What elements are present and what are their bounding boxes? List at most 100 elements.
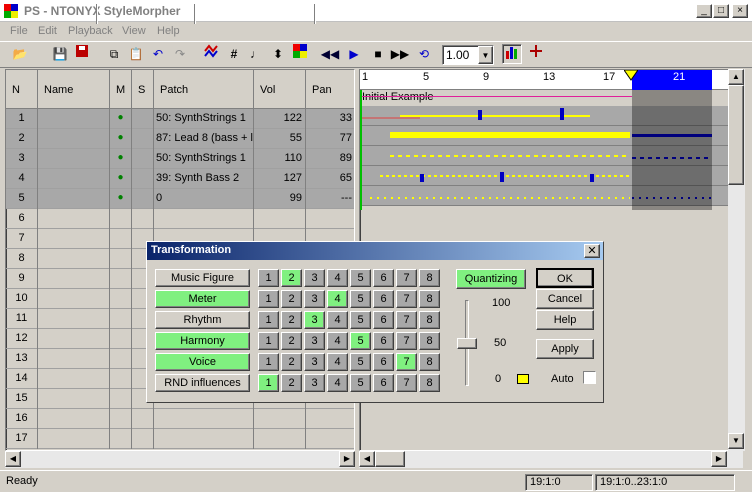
cell-vol[interactable] [254,429,306,449]
cell-pan[interactable] [306,409,354,429]
cell-m[interactable] [110,289,132,309]
cell-m[interactable]: ● [110,149,132,169]
auto-checkbox[interactable] [583,371,596,384]
cancel-button[interactable]: Cancel [536,289,594,309]
cell-s[interactable] [132,209,154,229]
chevron-down-icon[interactable]: ▼ [478,46,493,64]
quantizing-toggle[interactable]: Quantizing [456,269,526,289]
cell-n[interactable]: 5 [6,189,38,209]
level-8-button[interactable]: 8 [419,332,440,350]
cell-s[interactable] [132,409,154,429]
level-8-button[interactable]: 8 [419,374,440,392]
cell-s[interactable] [132,109,154,129]
level-6-button[interactable]: 6 [373,374,394,392]
level-3-button[interactable]: 3 [304,311,325,329]
close-button[interactable]: × [732,4,748,18]
cell-vol[interactable]: 122 [254,109,306,129]
level-1-button[interactable]: 1 [258,353,279,371]
close-icon[interactable]: ✕ [584,244,600,258]
scroll-right-icon[interactable]: ▶ [339,451,355,467]
cell-name[interactable] [38,329,110,349]
cell-n[interactable]: 17 [6,429,38,449]
col-header-vol[interactable]: Vol [254,70,306,109]
cell-name[interactable] [38,249,110,269]
cell-s[interactable] [132,169,154,189]
cell-n[interactable]: 2 [6,129,38,149]
cell-m[interactable] [110,389,132,409]
col-header-s[interactable]: S [132,70,154,109]
level-8-button[interactable]: 8 [419,269,440,287]
cell-n[interactable]: 14 [6,369,38,389]
cell-pan[interactable]: 65 [306,169,354,189]
level-8-button[interactable]: 8 [419,311,440,329]
save-icon[interactable]: 💾 [50,44,70,64]
cell-m[interactable] [110,349,132,369]
level-4-button[interactable]: 4 [327,269,348,287]
menu-help[interactable]: Help [157,25,180,37]
cell-n[interactable]: 8 [6,249,38,269]
vertical-scrollbar[interactable]: ▲ ▼ [728,69,745,451]
copy-icon[interactable]: ⧉ [104,44,124,64]
level-4-button[interactable]: 4 [327,290,348,308]
level-2-button[interactable]: 2 [281,332,302,350]
table-row[interactable]: 6 [6,209,354,229]
cell-m[interactable] [110,229,132,249]
cell-pan[interactable]: --- [306,189,354,209]
scroll-thumb[interactable] [728,85,744,185]
cell-s[interactable] [132,189,154,209]
cell-n[interactable]: 12 [6,329,38,349]
category-rnd-influences-button[interactable]: RND influences [155,374,250,392]
cell-name[interactable] [38,289,110,309]
level-7-button[interactable]: 7 [396,353,417,371]
cell-m[interactable] [110,369,132,389]
maximize-button[interactable]: □ [713,4,729,18]
cell-name[interactable] [38,349,110,369]
cell-patch[interactable] [154,209,254,229]
cell-vol[interactable]: 127 [254,169,306,189]
cell-s[interactable] [132,149,154,169]
transform-icon[interactable] [202,44,222,64]
level-3-button[interactable]: 3 [304,269,325,287]
level-3-button[interactable]: 3 [304,374,325,392]
level-7-button[interactable]: 7 [396,290,417,308]
cell-name[interactable] [38,409,110,429]
cell-m[interactable]: ● [110,169,132,189]
cell-s[interactable] [132,429,154,449]
scroll-right-icon[interactable]: ▶ [711,451,727,467]
rewind-icon[interactable]: ◀◀ [320,44,340,64]
scroll-up-icon[interactable]: ▲ [728,69,744,85]
col-header-n[interactable]: N [6,70,38,109]
cell-n[interactable]: 10 [6,289,38,309]
level-4-button[interactable]: 4 [327,353,348,371]
cell-m[interactable]: ● [110,129,132,149]
level-3-button[interactable]: 3 [304,353,325,371]
level-5-button[interactable]: 5 [350,311,371,329]
horizontal-scrollbar-tracks[interactable]: ◀ ▶ [359,451,743,468]
cell-m[interactable]: ● [110,189,132,209]
col-header-name[interactable]: Name [38,70,110,109]
level-1-button[interactable]: 1 [258,311,279,329]
cell-name[interactable] [38,369,110,389]
note-icon[interactable]: ♩ [246,44,266,64]
save-as-icon[interactable] [72,44,92,64]
level-5-button[interactable]: 5 [350,269,371,287]
ok-button[interactable]: OK [536,268,594,288]
cell-name[interactable] [38,429,110,449]
table-row[interactable]: 16 [6,409,354,429]
undo-icon[interactable]: ↶ [148,44,168,64]
bar-ruler[interactable]: 1 5 9 13 17 21 [360,70,742,90]
cell-m[interactable] [110,409,132,429]
cell-n[interactable]: 9 [6,269,38,289]
table-row[interactable]: 2 ● 87: Lead 8 (bass + l 55 77 [6,129,354,149]
forward-icon[interactable]: ▶▶ [390,44,410,64]
level-4-button[interactable]: 4 [327,311,348,329]
bar-chart-icon[interactable] [502,44,522,64]
cell-vol[interactable] [254,409,306,429]
cell-name[interactable] [38,229,110,249]
cell-m[interactable] [110,429,132,449]
paste-icon[interactable]: 📋 [126,44,146,64]
stop-icon[interactable]: ■ [368,44,388,64]
help-button[interactable]: Help [536,310,594,330]
cell-name[interactable] [38,149,110,169]
level-5-button[interactable]: 5 [350,332,371,350]
